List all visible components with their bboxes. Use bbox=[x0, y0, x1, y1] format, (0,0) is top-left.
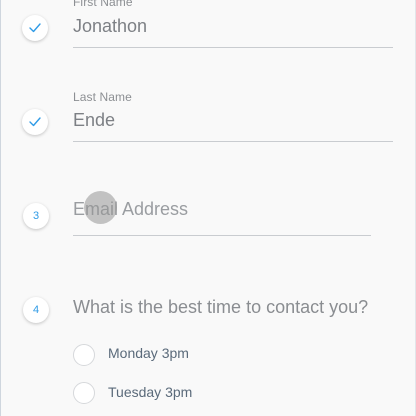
contact-form: First Name Jonathon Last Name Ende 3 4 W… bbox=[0, 0, 416, 416]
radio-tuesday-3pm-label[interactable]: Tuesday 3pm bbox=[108, 384, 192, 400]
checkmark-icon bbox=[29, 117, 41, 127]
checkmark-icon bbox=[29, 23, 41, 33]
step-3-number: 3 bbox=[32, 210, 40, 222]
email-address-underline bbox=[73, 235, 371, 236]
radio-tuesday-3pm[interactable] bbox=[73, 382, 95, 404]
email-address-input[interactable] bbox=[73, 197, 371, 221]
step-2-complete-marker bbox=[22, 109, 48, 135]
left-border bbox=[0, 0, 1, 416]
last-name-value[interactable]: Ende bbox=[73, 110, 115, 131]
last-name-label: Last Name bbox=[73, 90, 132, 104]
step-1-complete-marker bbox=[22, 15, 48, 41]
first-name-underline bbox=[73, 47, 393, 48]
touch-indicator bbox=[84, 191, 117, 224]
first-name-value[interactable]: Jonathon bbox=[73, 16, 147, 37]
contact-time-question: What is the best time to contact you? bbox=[73, 297, 369, 317]
step-4-number: 4 bbox=[32, 304, 40, 316]
step-4-marker: 4 bbox=[23, 297, 49, 323]
step-3-marker: 3 bbox=[23, 203, 49, 229]
radio-monday-3pm-label[interactable]: Monday 3pm bbox=[108, 345, 189, 361]
last-name-underline bbox=[73, 141, 393, 142]
radio-monday-3pm[interactable] bbox=[73, 344, 95, 366]
first-name-label: First Name bbox=[73, 0, 133, 9]
